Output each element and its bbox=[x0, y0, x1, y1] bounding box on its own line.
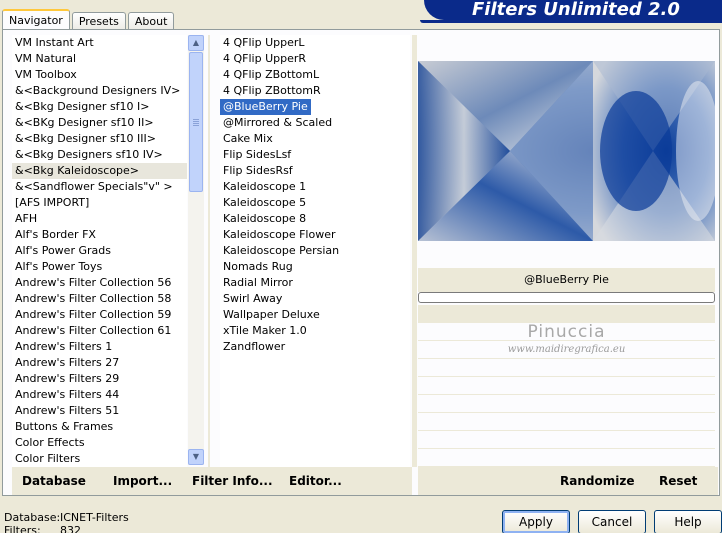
category-list-item[interactable]: VM Toolbox bbox=[12, 67, 187, 83]
category-list-item[interactable]: Andrew's Filters 29 bbox=[12, 371, 187, 387]
filter-list-item[interactable]: Flip SidesLsf bbox=[220, 147, 410, 163]
filter-list-item[interactable]: Radial Mirror bbox=[220, 275, 410, 291]
watermark-url: www.maidiregrafica.eu bbox=[507, 344, 626, 355]
filter-list-item[interactable]: 4 QFlip UpperR bbox=[220, 51, 410, 67]
filter-list[interactable]: 4 QFlip UpperL 4 QFlip UpperR 4 QFlip ZBot… bbox=[220, 35, 410, 467]
filter-list-item[interactable]: Zandflower bbox=[220, 339, 410, 355]
filter-list-item[interactable]: 4 QFlip ZBottomR bbox=[220, 83, 410, 99]
filter-list-item[interactable]: Kaleidoscope Persian bbox=[220, 243, 410, 259]
slider-row[interactable] bbox=[418, 413, 715, 431]
category-list-item[interactable]: Andrew's Filters 1 bbox=[12, 339, 187, 355]
left-link-bar: Database Import... Filter Info... Editor… bbox=[12, 467, 412, 495]
category-list-item[interactable]: &<Bkg Designer sf10 III> bbox=[12, 131, 187, 147]
right-link-bar: Randomize Reset bbox=[418, 467, 718, 495]
filter-list-item[interactable]: @BlueBerry Pie bbox=[220, 99, 311, 115]
filter-list-item[interactable]: 4 QFlip UpperL bbox=[220, 35, 410, 51]
editor-link[interactable]: Editor... bbox=[289, 474, 342, 488]
import-link[interactable]: Import... bbox=[113, 474, 172, 488]
filters-count-value: 832 bbox=[60, 524, 81, 533]
filter-list-item[interactable]: Kaleidoscope 1 bbox=[220, 179, 410, 195]
app-banner: Filters Unlimited 2.0 bbox=[424, 0, 722, 20]
filter-list-item[interactable]: 4 QFlip ZBottomL bbox=[220, 67, 410, 83]
filter-list-item[interactable]: Swirl Away bbox=[220, 291, 410, 307]
tab-about[interactable]: About bbox=[127, 12, 175, 30]
category-list-item[interactable]: Alf's Power Grads bbox=[12, 243, 187, 259]
category-list-item[interactable]: AFH bbox=[12, 211, 187, 227]
category-list-item[interactable]: Buttons & Frames bbox=[12, 419, 187, 435]
category-list-item[interactable]: Andrew's Filter Collection 61 bbox=[12, 323, 187, 339]
tab-navigator[interactable]: Navigator bbox=[2, 9, 70, 30]
list-divider bbox=[412, 35, 417, 467]
list-divider bbox=[208, 35, 210, 467]
cancel-button[interactable]: Cancel bbox=[578, 510, 646, 533]
selected-filter-name: @BlueBerry Pie bbox=[418, 268, 715, 292]
category-list-item[interactable]: Color Filters bbox=[12, 451, 187, 467]
category-list-item[interactable]: Andrew's Filters 27 bbox=[12, 355, 187, 371]
category-list-item[interactable]: &<Sandflower Specials"v" > bbox=[12, 179, 187, 195]
category-list-item[interactable]: Color Effects bbox=[12, 435, 187, 451]
category-list-item[interactable]: &<BKg Designer sf10 II> bbox=[12, 115, 187, 131]
filter-list-item[interactable]: Cake Mix bbox=[220, 131, 410, 147]
banner-stripe bbox=[420, 20, 722, 23]
filter-list-item[interactable]: Nomads Rug bbox=[220, 259, 410, 275]
filter-list-item[interactable]: Kaleidoscope 5 bbox=[220, 195, 410, 211]
reset-link[interactable]: Reset bbox=[659, 474, 697, 488]
category-list-item[interactable]: Andrew's Filter Collection 58 bbox=[12, 291, 187, 307]
database-link[interactable]: Database bbox=[22, 474, 86, 488]
filter-list-item[interactable]: Wallpaper Deluxe bbox=[220, 307, 410, 323]
category-list[interactable]: VM Instant Art VM Natural VM Toolbox &<Back… bbox=[12, 35, 187, 467]
watermark-name: Pinuccia bbox=[527, 322, 606, 342]
help-button[interactable]: Help bbox=[654, 510, 722, 533]
category-list-item[interactable]: &<Bkg Designer sf10 I> bbox=[12, 99, 187, 115]
apply-button[interactable]: Apply bbox=[502, 510, 570, 533]
category-scrollbar[interactable]: ▲ ▼ bbox=[188, 35, 204, 465]
tab-presets[interactable]: Presets bbox=[71, 12, 126, 30]
scroll-up-arrow-icon[interactable]: ▲ bbox=[188, 35, 204, 51]
progress-bar bbox=[418, 292, 715, 303]
category-list-item[interactable]: VM Instant Art bbox=[12, 35, 187, 51]
slider-row[interactable] bbox=[418, 377, 715, 395]
database-label: Database: bbox=[4, 511, 61, 524]
scroll-down-arrow-icon[interactable]: ▼ bbox=[188, 449, 204, 465]
slider-row[interactable] bbox=[418, 449, 715, 467]
category-list-item[interactable]: Andrew's Filter Collection 59 bbox=[12, 307, 187, 323]
filters-count-label: Filters: bbox=[4, 524, 41, 533]
category-list-item[interactable]: Alf's Power Toys bbox=[12, 259, 187, 275]
category-list-item[interactable]: &<Bkg Kaleidoscope> bbox=[12, 163, 187, 179]
filter-list-item[interactable]: Kaleidoscope 8 bbox=[220, 211, 410, 227]
slider-row[interactable] bbox=[418, 359, 715, 377]
category-list-item[interactable]: Andrew's Filters 51 bbox=[12, 403, 187, 419]
category-list-item[interactable]: [AFS IMPORT] bbox=[12, 195, 187, 211]
database-value: ICNET-Filters bbox=[60, 511, 129, 524]
scrollbar-thumb[interactable] bbox=[189, 52, 203, 192]
filter-list-item[interactable]: xTile Maker 1.0 bbox=[220, 323, 410, 339]
category-list-item[interactable]: &<Bkg Designers sf10 IV> bbox=[12, 147, 187, 163]
category-list-item[interactable]: &<Background Designers IV> bbox=[12, 83, 187, 99]
filter-info-link[interactable]: Filter Info... bbox=[192, 474, 273, 488]
filter-list-item[interactable]: Kaleidoscope Flower bbox=[220, 227, 410, 243]
filter-preview-image bbox=[418, 61, 715, 241]
randomize-link[interactable]: Randomize bbox=[560, 474, 634, 488]
category-list-item[interactable]: Alf's Border FX bbox=[12, 227, 187, 243]
filter-list-item[interactable]: @Mirrored & Scaled bbox=[220, 115, 410, 131]
filter-list-item[interactable]: Flip SidesRsf bbox=[220, 163, 410, 179]
tab-strip: Navigator Presets About bbox=[2, 8, 176, 30]
slider-row[interactable] bbox=[418, 431, 715, 449]
category-list-item[interactable]: Andrew's Filter Collection 56 bbox=[12, 275, 187, 291]
category-list-item[interactable]: Andrew's Filters 44 bbox=[12, 387, 187, 403]
slider-row[interactable] bbox=[418, 395, 715, 413]
slider-area bbox=[418, 305, 715, 323]
category-list-item[interactable]: VM Natural bbox=[12, 51, 187, 67]
